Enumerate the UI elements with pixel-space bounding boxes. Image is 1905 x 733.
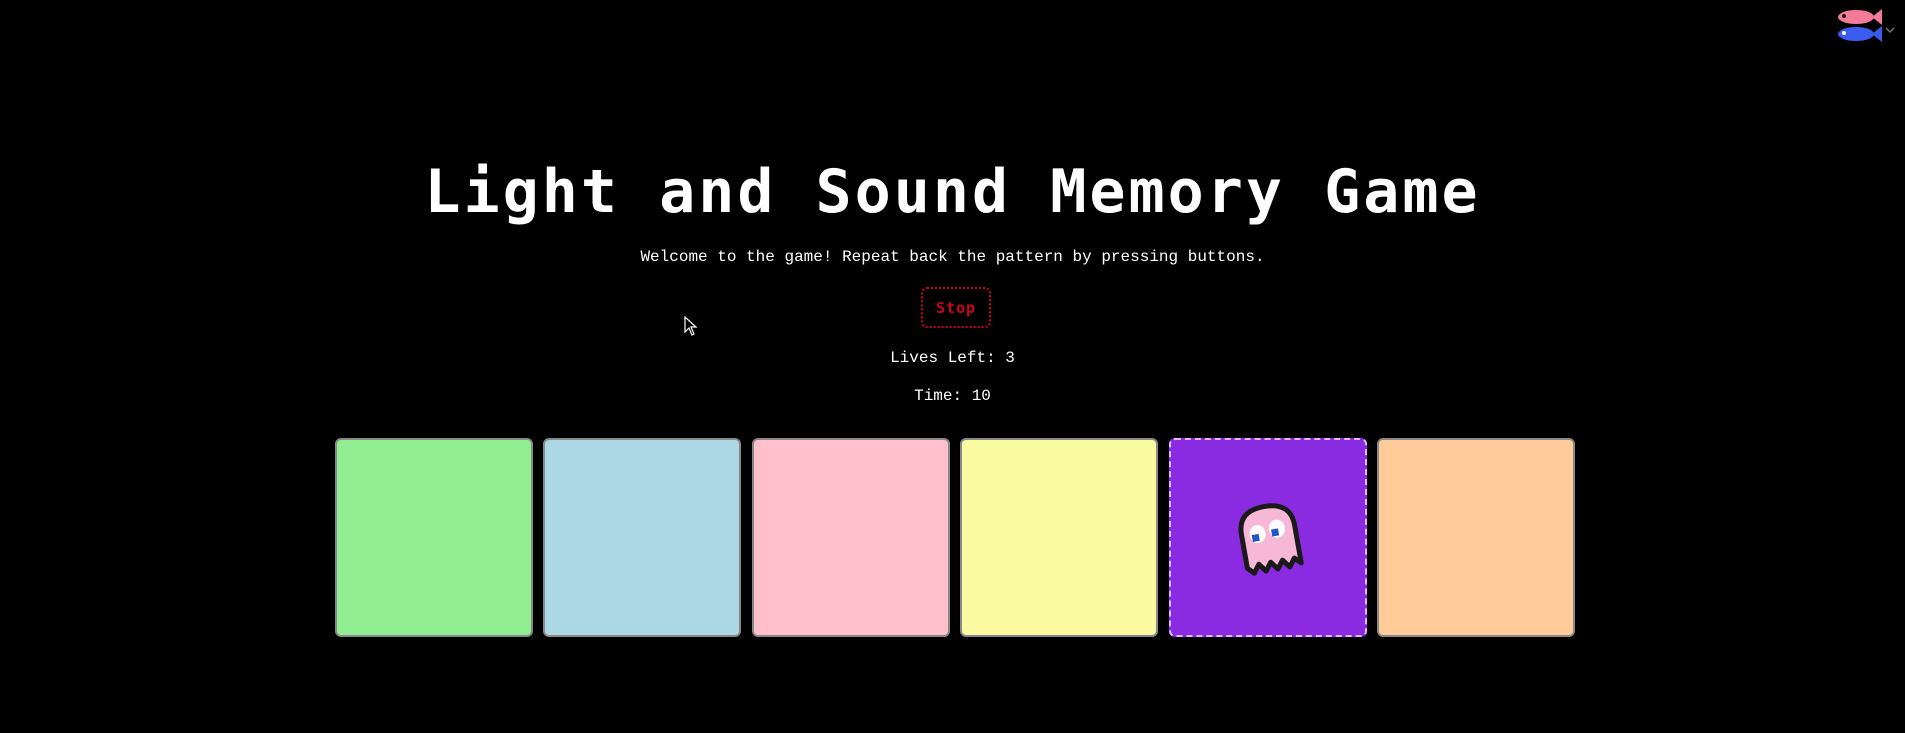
game-button-5[interactable] xyxy=(1169,438,1367,637)
welcome-text: Welcome to the game! Repeat back the pat… xyxy=(640,248,1265,266)
stop-button[interactable]: Stop xyxy=(921,287,991,328)
game-button-4[interactable] xyxy=(960,438,1158,637)
mouse-cursor-icon xyxy=(684,316,698,336)
game-button-3[interactable] xyxy=(752,438,950,637)
game-button-6[interactable] xyxy=(1377,438,1575,637)
pink-ghost-icon xyxy=(1238,503,1304,576)
game-button-2[interactable] xyxy=(543,438,741,637)
game-button-area xyxy=(335,438,1575,638)
lives-left-text: Lives Left: 3 xyxy=(890,349,1015,367)
time-text: Time: 10 xyxy=(914,387,991,405)
game-button-1[interactable] xyxy=(335,438,533,637)
fish-extension-icon[interactable] xyxy=(1826,6,1896,46)
page-title: Light and Sound Memory Game xyxy=(424,157,1481,227)
